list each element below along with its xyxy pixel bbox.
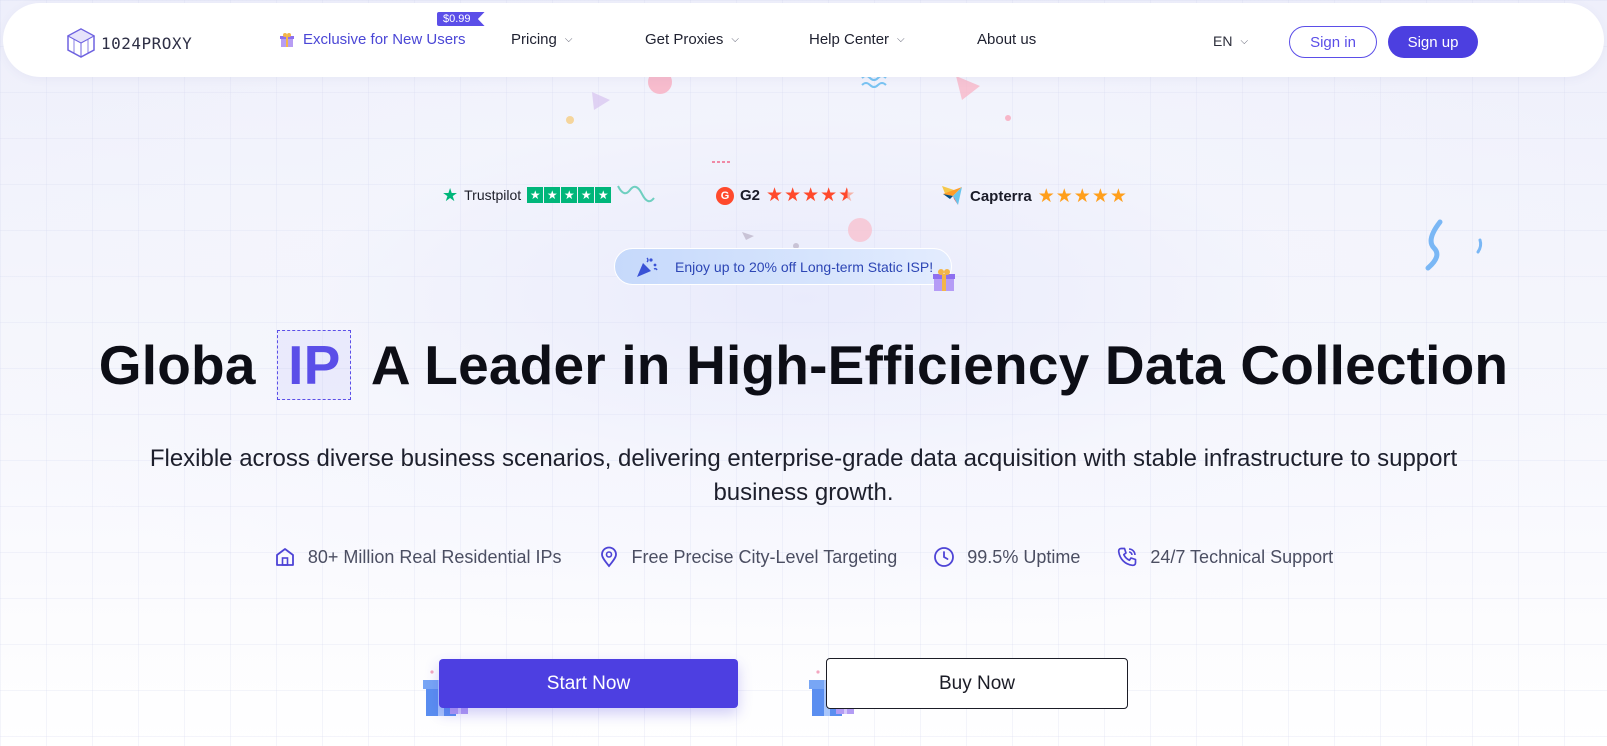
feature-list: 80+ Million Real Residential IPs Free Pr… — [0, 546, 1607, 568]
capterra-logo-icon — [943, 187, 962, 205]
hero-title: Globa IP A Leader in High-Efficiency Dat… — [0, 330, 1607, 400]
feature-label: 99.5% Uptime — [967, 546, 1081, 567]
top-navbar: 1024PROXY $0.99 Exclusive for New Users … — [3, 3, 1604, 77]
feature-item: 80+ Million Real Residential IPs — [274, 546, 562, 568]
star-icon: ★ — [544, 187, 561, 203]
star-icon: ★ — [1055, 185, 1073, 207]
half-star-icon: ★ — [838, 185, 856, 206]
chevron-down-icon: ⌵ — [564, 34, 573, 45]
g2-stars: ★ ★ ★ ★ ★ — [766, 186, 855, 205]
new-user-price-tag: $0.99 — [437, 12, 485, 26]
chevron-down-icon: ⌵ — [1240, 35, 1249, 47]
g2-rating[interactable]: G G2 ★ ★ ★ ★ ★ — [716, 186, 855, 205]
logo-text: 1024PROXY — [101, 33, 193, 53]
feature-item: Free Precise City-Level Targeting — [598, 546, 898, 568]
phone-icon — [1118, 547, 1137, 567]
nav-item-label: Get Proxies — [645, 31, 724, 48]
chevron-down-icon: ⌵ — [897, 34, 905, 45]
gift-icon — [280, 32, 294, 47]
feature-label: 24/7 Technical Support — [1150, 546, 1334, 567]
trustpilot-star-icon: ★ — [442, 185, 459, 205]
nav-item-label: Pricing — [511, 31, 557, 48]
clock-icon — [934, 547, 955, 567]
nav-item-help-center[interactable]: Help Center ⌵ — [809, 31, 905, 48]
nav-promo-label: Exclusive for New Users — [303, 31, 466, 48]
buy-now-button[interactable]: Buy Now — [826, 658, 1128, 709]
nav-item-get-proxies[interactable]: Get Proxies ⌵ — [645, 31, 739, 48]
hero-subtitle: Flexible across diverse business scenari… — [149, 445, 1458, 506]
star-icon: ★ — [578, 187, 595, 203]
home-icon — [275, 548, 294, 566]
star-icon: ★ — [766, 185, 784, 206]
feature-item: 24/7 Technical Support — [1116, 546, 1333, 568]
promo-banner[interactable]: Enjoy up to 20% off Long-term Static ISP… — [614, 248, 955, 291]
sign-up-button[interactable]: Sign up — [1388, 26, 1478, 58]
g2-name: G2 — [740, 187, 761, 204]
star-icon: ★ — [527, 187, 544, 203]
trustpilot-name: Trustpilot — [464, 187, 522, 203]
star-icon: ★ — [1073, 185, 1091, 207]
capterra-rating[interactable]: Capterra ★ ★ ★ ★ ★ — [942, 186, 1127, 206]
hero-title-highlight: IP — [277, 330, 352, 400]
capterra-name: Capterra — [970, 187, 1032, 205]
language-selector[interactable]: EN ⌵ — [1213, 33, 1248, 49]
star-icon: ★ — [561, 187, 578, 203]
chevron-down-icon: ⌵ — [731, 34, 739, 45]
gift-icon — [933, 269, 955, 291]
star-icon: ★ — [1037, 185, 1055, 207]
trustpilot-rating[interactable]: ★ Trustpilot ★ ★ ★ ★ ★ — [442, 185, 612, 205]
logo[interactable]: 1024PROXY — [65, 27, 192, 59]
capterra-stars: ★ ★ ★ ★ ★ — [1038, 187, 1127, 206]
feature-item: 99.5% Uptime — [933, 546, 1080, 568]
star-icon: ★ — [802, 185, 820, 206]
cube-logo-icon — [66, 28, 96, 58]
star-icon: ★ — [1109, 185, 1127, 207]
hero-title-prefix: Globa — [98, 334, 256, 396]
nav-promo-link[interactable]: Exclusive for New Users — [279, 31, 466, 48]
nav-item-label: Help Center — [809, 31, 890, 48]
nav-item-pricing[interactable]: Pricing ⌵ — [511, 31, 572, 48]
g2-logo-icon: G — [716, 186, 734, 205]
hero-title-suffix: A Leader in High-Efficiency Data Collect… — [370, 334, 1509, 396]
feature-label: 80+ Million Real Residential IPs — [307, 546, 562, 567]
star-icon: ★ — [784, 185, 802, 206]
sign-in-button[interactable]: Sign in — [1289, 26, 1377, 58]
feature-label: Free Precise City-Level Targeting — [631, 546, 898, 567]
trustpilot-stars: ★ ★ ★ ★ ★ — [527, 187, 612, 203]
star-icon: ★ — [820, 185, 838, 206]
nav-item-label: About us — [977, 31, 1037, 48]
language-label: EN — [1213, 33, 1233, 49]
star-icon: ★ — [1091, 185, 1109, 207]
promo-banner-text: Enjoy up to 20% off Long-term Static ISP… — [675, 259, 934, 275]
party-popper-icon — [637, 257, 658, 277]
star-icon: ★ — [595, 187, 612, 203]
nav-item-about-us[interactable]: About us — [977, 31, 1036, 48]
start-now-button[interactable]: Start Now — [439, 659, 738, 708]
location-pin-icon — [600, 546, 617, 568]
